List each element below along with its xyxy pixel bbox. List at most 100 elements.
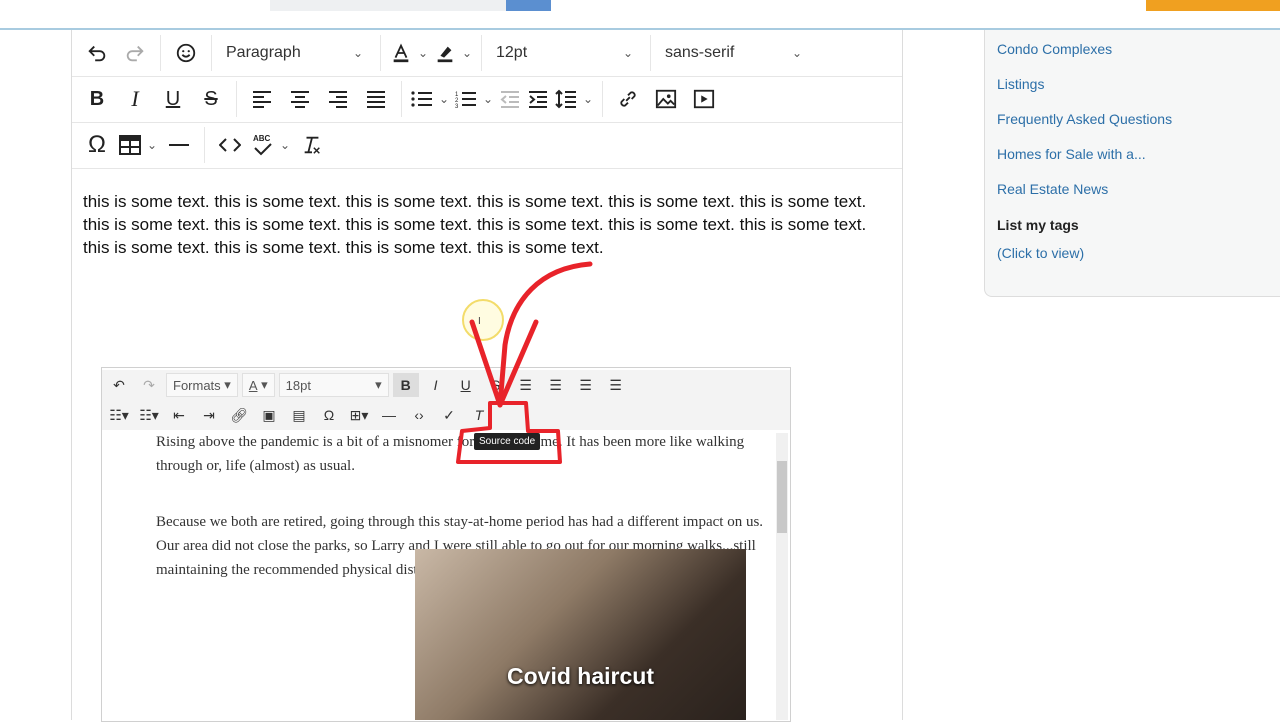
italic-icon[interactable]: I <box>116 82 154 116</box>
horizontal-rule-icon[interactable] <box>160 128 198 162</box>
chevron-down-icon: ⌄ <box>622 46 634 60</box>
align-left-icon: ☰ <box>519 376 532 393</box>
paragraph: Rising above the pandemic is a bit of a … <box>156 434 745 474</box>
align-center-icon[interactable] <box>281 82 319 116</box>
cursor-highlight <box>462 299 504 341</box>
block-format-label: Paragraph <box>226 44 301 61</box>
tools-group: ABC ⌄ <box>205 127 337 163</box>
toolbar-row-2: B I U S ⌄ 123 ⌄ ⌄ <box>72 76 902 123</box>
link-icon[interactable] <box>609 82 647 116</box>
chevron-down-icon[interactable]: ⌄ <box>436 92 452 106</box>
image-icon[interactable] <box>647 82 685 116</box>
outdent-icon[interactable] <box>496 82 524 116</box>
emoji-group <box>161 35 212 71</box>
svg-text:3: 3 <box>455 104 459 108</box>
font-family-label: sans-serif <box>665 44 735 61</box>
header-action-button[interactable] <box>1146 0 1280 11</box>
source-code-tooltip: Source code <box>474 433 541 450</box>
bold-icon[interactable]: B <box>78 82 116 116</box>
haircut-photo: Covid haircut <box>415 549 746 720</box>
link-icon: 🔗︎ <box>230 406 248 423</box>
bullet-list-icon[interactable] <box>408 82 436 116</box>
strikethrough-icon[interactable]: S <box>192 82 230 116</box>
sidebar-link-listings[interactable]: Listings <box>997 76 1044 92</box>
undo-icon[interactable] <box>78 36 116 70</box>
search-button[interactable] <box>506 0 551 11</box>
text-style-group: B I U S <box>72 81 237 117</box>
insert-group <box>603 81 729 117</box>
clear-formatting-icon[interactable] <box>293 128 331 162</box>
block-format-select[interactable]: Paragraph ⌄ <box>212 35 381 71</box>
numbered-list-icon[interactable]: 123 <box>452 82 480 116</box>
inner-toolbar-row-1: ↶ ↷ Formats ▾ A ▾ 18pt ▾ B I U S ☰ ☰ ☰ ☰ <box>102 370 790 400</box>
sidebar-link-faq[interactable]: Frequently Asked Questions <box>997 111 1172 127</box>
font-size-select[interactable]: 12pt ⌄ <box>482 35 651 71</box>
special-character-icon: Ω <box>323 407 335 423</box>
sidebar: Condo Complexes Listings Frequently Aske… <box>984 30 1280 297</box>
search-input[interactable] <box>270 0 506 11</box>
indent-icon: ⇥ <box>203 406 215 423</box>
source-code-icon: ‹› <box>414 407 424 423</box>
underline-icon: U <box>460 377 471 393</box>
inner-toolbar-row-2: ☷▾ ☷▾ ⇤ ⇥ 🔗︎ ▣ ▤ Ω ⊞▾ — ‹› ✓ T <box>102 400 790 430</box>
emoji-icon[interactable] <box>167 36 205 70</box>
media-icon[interactable] <box>685 82 723 116</box>
sidebar-link-homes-for-sale[interactable]: Homes for Sale with a... <box>997 146 1146 162</box>
chevron-down-icon[interactable]: ⌄ <box>459 46 475 60</box>
spellcheck-icon[interactable]: ABC <box>249 128 277 162</box>
text-color-icon[interactable] <box>387 36 415 70</box>
chevron-down-icon[interactable]: ⌄ <box>277 138 293 152</box>
chevron-down-icon[interactable]: ⌄ <box>415 46 431 60</box>
svg-text:ABC: ABC <box>253 134 271 143</box>
italic-icon: I <box>433 377 438 393</box>
chevron-down-icon: ⌄ <box>352 46 364 60</box>
sidebar-link-condo-complexes[interactable]: Condo Complexes <box>997 41 1112 57</box>
photo-caption: Covid haircut <box>507 663 654 689</box>
align-center-icon: ☰ <box>549 376 562 393</box>
table-icon[interactable] <box>116 128 144 162</box>
font-size-label: 12pt <box>496 44 528 61</box>
scrollbar-thumb <box>777 461 787 533</box>
spellcheck-icon: ✓ <box>443 406 455 423</box>
toolbar-row-3: Ω ⌄ ABC ⌄ <box>72 122 902 169</box>
alignment-group <box>237 81 402 117</box>
bold-icon: B <box>392 373 419 397</box>
tags-view-link[interactable]: (Click to view) <box>997 245 1084 261</box>
undo-redo-group <box>72 35 161 71</box>
align-right-icon[interactable] <box>319 82 357 116</box>
table-icon: ⊞▾ <box>349 406 369 423</box>
underline-icon[interactable]: U <box>154 82 192 116</box>
chevron-down-icon[interactable]: ⌄ <box>480 92 496 106</box>
tags-heading: List my tags <box>997 217 1079 233</box>
justify-icon: ☰ <box>609 376 622 393</box>
special-character-icon[interactable]: Ω <box>78 128 116 162</box>
undo-icon: ↶ <box>113 376 125 393</box>
redo-icon[interactable] <box>116 36 154 70</box>
redo-icon: ↷ <box>143 376 155 393</box>
align-left-icon[interactable] <box>243 82 281 116</box>
highlight-color-icon[interactable] <box>431 36 459 70</box>
chevron-down-icon[interactable]: ⌄ <box>580 92 596 106</box>
formats-select: Formats ▾ <box>166 373 238 397</box>
indent-icon[interactable] <box>524 82 552 116</box>
top-header <box>0 0 1280 30</box>
image-icon: ▣ <box>262 406 276 423</box>
numbered-list-icon: ☷▾ <box>139 406 159 423</box>
chevron-down-icon[interactable]: ⌄ <box>144 138 160 152</box>
media-icon: ▤ <box>292 406 306 423</box>
text-color-select: A ▾ <box>241 373 275 397</box>
strikethrough-icon: S <box>490 377 501 393</box>
font-family-select[interactable]: sans-serif ⌄ <box>651 35 819 71</box>
sidebar-link-real-estate-news[interactable]: Real Estate News <box>997 181 1108 197</box>
justify-icon[interactable] <box>357 82 395 116</box>
clear-formatting-icon: T <box>474 407 484 423</box>
scrollbar <box>776 433 788 720</box>
horizontal-rule-icon: — <box>382 407 396 423</box>
misc-insert-group: Ω ⌄ <box>72 127 205 163</box>
toolbar-row-1: Paragraph ⌄ ⌄ ⌄ 12pt ⌄ sans-serif ⌄ <box>72 30 902 77</box>
source-code-icon[interactable] <box>211 128 249 162</box>
line-height-icon[interactable] <box>552 82 580 116</box>
list-group: ⌄ 123 ⌄ ⌄ <box>402 81 603 117</box>
editor-content[interactable]: this is some text. this is some text. th… <box>83 190 893 259</box>
color-group: ⌄ ⌄ <box>381 35 482 71</box>
